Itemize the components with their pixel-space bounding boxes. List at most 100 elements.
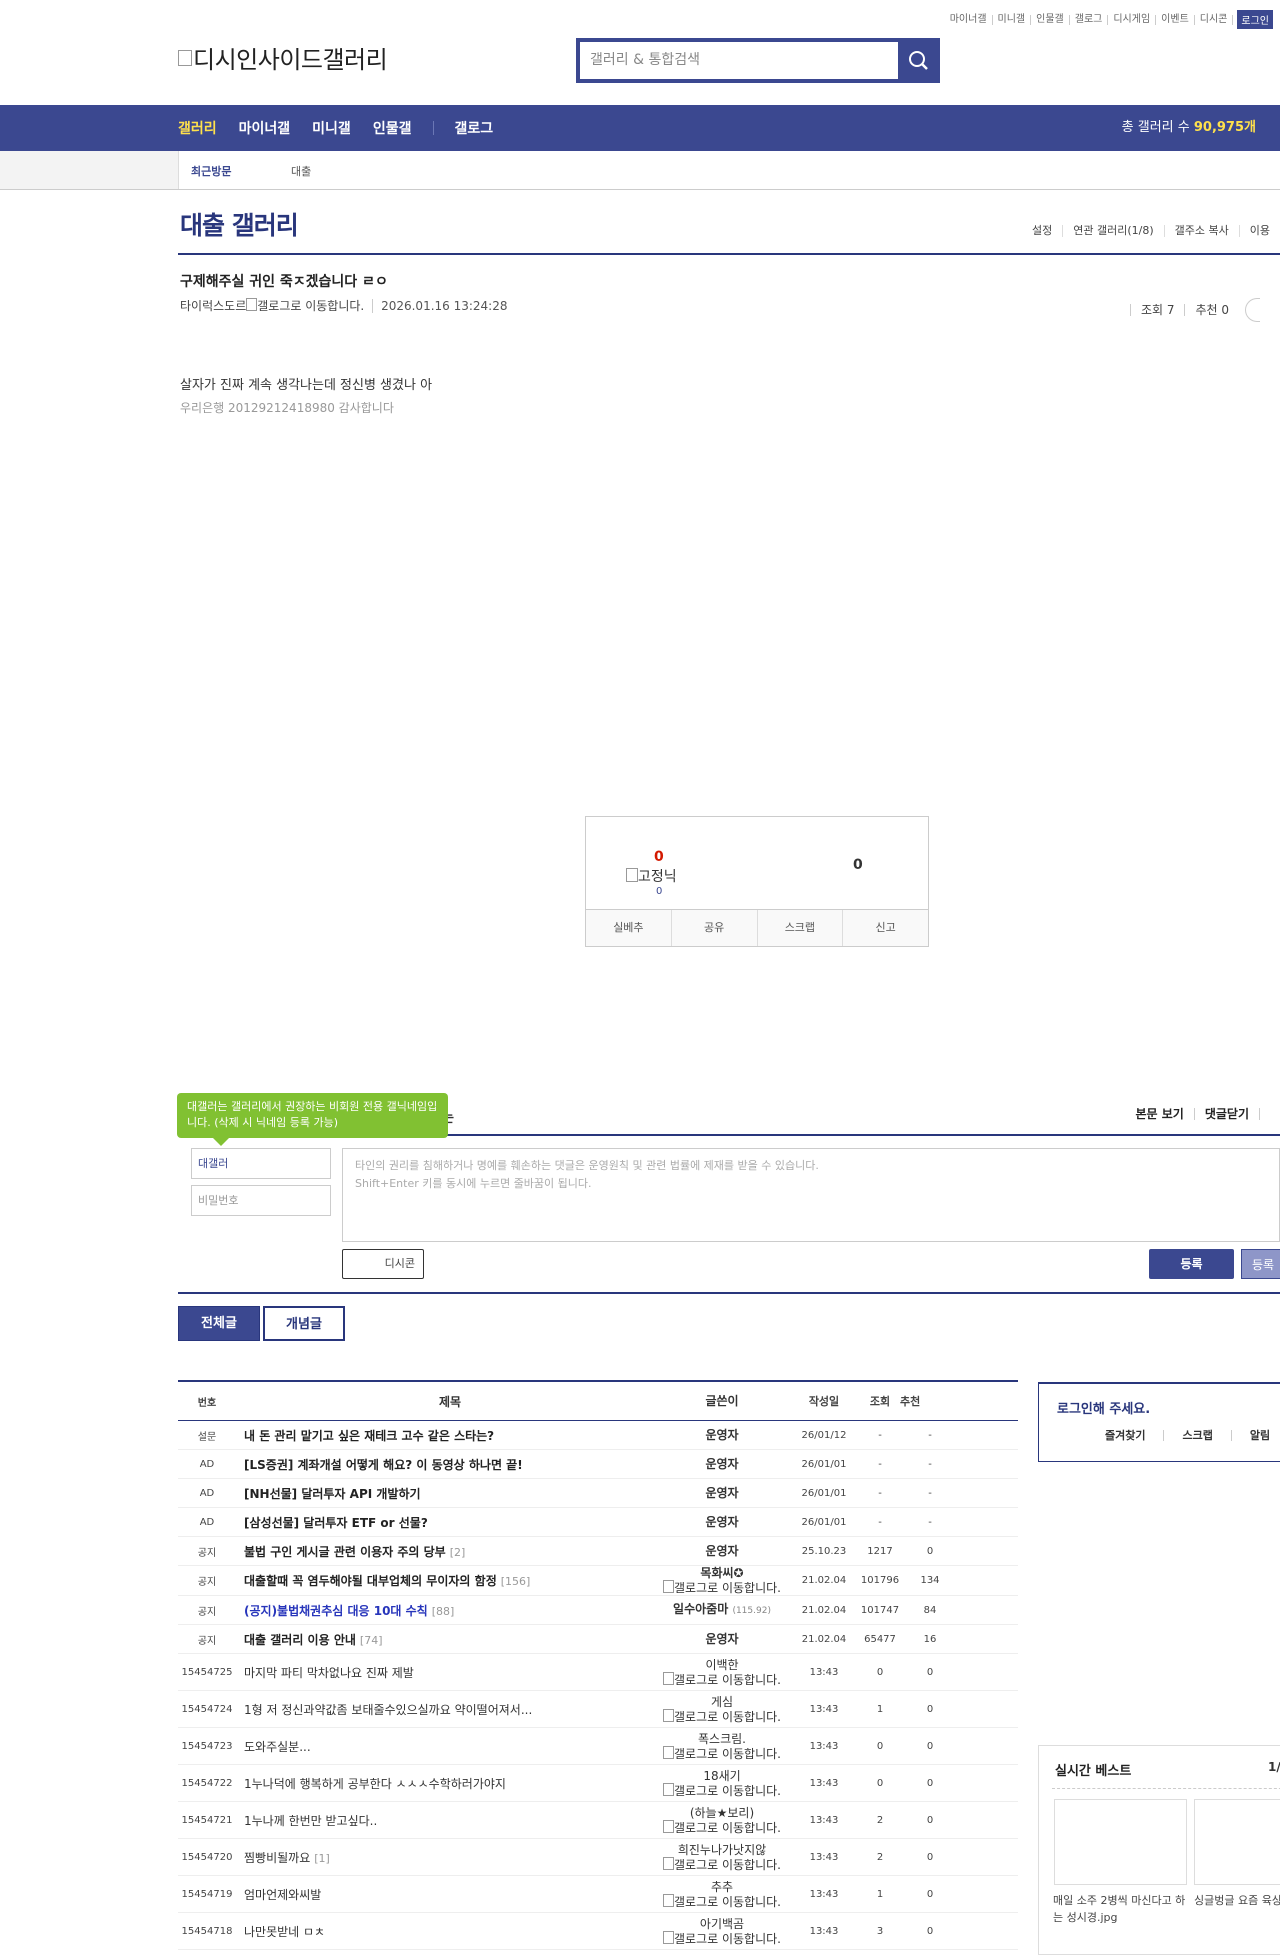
row-title[interactable]: 도와주실분... (236, 1738, 656, 1755)
table-row[interactable]: 공지 대출 갤러리 이용 안내 [74] 운영자 21.02.04 65477 16 (178, 1625, 1018, 1654)
gallery-usage-link[interactable]: 이용 (1238, 225, 1280, 237)
table-row[interactable]: 15454724 1형 저 정신과약값좀 보태줄수있으실까요 약이떨어져서... 게… (178, 1691, 1018, 1728)
recommend-down-count[interactable]: 0 (853, 857, 863, 873)
row-title-text[interactable]: 1누나께 한번만 받고싶다.. (244, 1814, 377, 1828)
row-title-text[interactable]: 대출할때 꼭 염두해야될 대부업체의 무이자의 함정 (244, 1574, 497, 1588)
post-author[interactable]: 타이럭스도르 (180, 299, 246, 313)
nav-minor-gallery[interactable]: 마이너갤 (239, 118, 291, 138)
row-title-text[interactable]: [LS증권] 계좌개설 어떻게 해요? 이 동영상 하나면 끝! (244, 1458, 523, 1472)
row-gallog-link[interactable]: 갤로그로 이동합니다. (674, 1581, 781, 1595)
row-title[interactable]: 엄마언제와씨발 (236, 1886, 656, 1903)
row-writer-name[interactable]: 운영자 (705, 1544, 738, 1558)
table-row[interactable]: 15454719 엄마언제와씨발 추추 갤로그로 이동합니다. 13:43 1 0 (178, 1876, 1018, 1913)
best-thumbnail[interactable] (1194, 1799, 1280, 1885)
row-title-text[interactable]: (공지)불법채권추심 대응 10대 수칙 (244, 1604, 428, 1618)
notifications-link[interactable]: 알림 (1230, 1430, 1280, 1441)
row-reply-count[interactable]: [74] (360, 1634, 383, 1647)
row-title-text[interactable]: 1누나덕에 행복하게 공부한다 ㅅㅅㅅ수학하러가야지 (244, 1777, 506, 1791)
table-row[interactable]: 15454725 마지막 파티 막차없나요 진짜 제발 이백한 갤로그로 이동합니다.… (178, 1654, 1018, 1691)
share-button[interactable]: 공유 (670, 910, 757, 946)
row-title[interactable]: 대출 갤러리 이용 안내 [74] (236, 1631, 656, 1648)
row-title[interactable]: 불법 구인 게시글 관련 이용자 주의 당부 [2] (236, 1543, 656, 1560)
row-writer-name[interactable]: (하늘★보리) (690, 1806, 754, 1820)
util-gallog[interactable]: 갤로그 (1070, 14, 1109, 25)
row-title[interactable]: [NH선물] 달러투자 API 개발하기 (236, 1485, 656, 1502)
util-dc-game[interactable]: 디시게임 (1108, 14, 1157, 25)
comment-jump-button[interactable] (1245, 298, 1260, 322)
table-row[interactable]: 15454722 1누나덕에 행복하게 공부한다 ㅅㅅㅅ수학하러가야지 18새기 갤로… (178, 1765, 1018, 1802)
login-prompt[interactable]: 로그인해 주세요. (1057, 1398, 1150, 1417)
row-writer-name[interactable]: 운영자 (705, 1428, 738, 1442)
util-mini-gallery[interactable]: 미니갤 (993, 14, 1032, 25)
row-gallog-link[interactable]: 갤로그로 이동합니다. (674, 1747, 781, 1761)
row-title-text[interactable]: [NH선물] 달러투자 API 개발하기 (244, 1487, 421, 1501)
nav-person-gallery[interactable]: 인물갤 (373, 118, 412, 138)
row-title[interactable]: (공지)불법채권추심 대응 10대 수칙 [88] (236, 1602, 656, 1619)
row-title-text[interactable]: 나만못받네 ㅁㅊ (244, 1925, 325, 1939)
row-title[interactable]: 대출할때 꼭 염두해야될 대부업체의 무이자의 함정 [156] (236, 1572, 656, 1589)
row-gallog-link[interactable]: 갤로그로 이동합니다. (674, 1710, 781, 1724)
row-reply-count[interactable]: [156] (501, 1575, 531, 1588)
row-title-text[interactable]: 불법 구인 게시글 관련 이용자 주의 당부 (244, 1545, 446, 1559)
site-logo[interactable]: 디시인사이드갤러리 (178, 40, 388, 75)
table-row[interactable]: 공지 (공지)불법채권추심 대응 10대 수칙 [88] 일수아줌마 (115.92)… (178, 1596, 1018, 1625)
report-button[interactable]: 신고 (842, 910, 928, 946)
submit-button[interactable]: 등록 (1149, 1249, 1234, 1279)
copy-gallery-url-link[interactable]: 갤주소 복사 (1163, 225, 1239, 237)
row-title[interactable]: 나만못받네 ㅁㅊ (236, 1923, 656, 1940)
close-comments-link[interactable]: 댓글닫기 (1193, 1108, 1259, 1120)
row-title[interactable]: 내 돈 관리 맡기고 싶은 재테크 고수 같은 스타는? (236, 1427, 656, 1444)
row-gallog-link[interactable]: 갤로그로 이동합니다. (674, 1858, 781, 1872)
row-gallog-link[interactable]: 갤로그로 이동합니다. (674, 1821, 781, 1835)
table-row[interactable]: 15454721 1누나께 한번만 받고싶다.. (하늘★보리) 갤로그로 이동합니다… (178, 1802, 1018, 1839)
tab-concept-posts[interactable]: 개념글 (263, 1306, 345, 1341)
table-row[interactable]: AD [NH선물] 달러투자 API 개발하기 운영자 26/01/01 - - (178, 1479, 1018, 1508)
row-writer-name[interactable]: 추추 (711, 1880, 733, 1894)
nav-mini-gallery[interactable]: 미니갤 (312, 118, 351, 138)
row-reply-count[interactable]: [2] (450, 1546, 466, 1559)
table-row[interactable]: 15454723 도와주실분... 폭스크림. 갤로그로 이동합니다. 13:43 0 0 (178, 1728, 1018, 1765)
nav-gallery[interactable]: 갤러리 (178, 118, 217, 138)
row-title-text[interactable]: 찜빵비될까요 (244, 1851, 310, 1865)
row-title-text[interactable]: 대출 갤러리 이용 안내 (244, 1633, 356, 1647)
util-person-gallery[interactable]: 인물갤 (1031, 14, 1070, 25)
row-writer-name[interactable]: 일수아줌마 (673, 1602, 728, 1616)
scrap-link[interactable]: 스크랩 (1163, 1430, 1230, 1441)
row-title[interactable]: [삼성선물] 달러투자 ETF or 선물? (236, 1514, 656, 1531)
row-title-text[interactable]: 마지막 파티 막차없나요 진짜 제발 (244, 1666, 414, 1680)
dccon-button[interactable]: 디시콘 (342, 1249, 424, 1279)
row-title-text[interactable]: 1형 저 정신과약값좀 보태줄수있으실까요 약이떨어져서... (244, 1703, 532, 1717)
row-writer-name[interactable]: 운영자 (705, 1515, 738, 1529)
table-row[interactable]: AD [LS증권] 계좌개설 어떻게 해요? 이 동영상 하나면 끝! 운영자 26/… (178, 1450, 1018, 1479)
nickname-input[interactable]: 대갤러 (191, 1148, 331, 1179)
scrap-button[interactable]: 스크랩 (756, 910, 843, 946)
gallery-settings-link[interactable]: 설정 (1022, 225, 1062, 237)
table-row[interactable]: 공지 불법 구인 게시글 관련 이용자 주의 당부 [2] 운영자 25.10.23 12… (178, 1537, 1018, 1566)
gallery-title[interactable]: 대출 갤러리 (180, 206, 299, 242)
util-event[interactable]: 이벤트 (1156, 14, 1195, 25)
submit-recommend-button[interactable]: 등록 (1241, 1249, 1280, 1279)
row-writer-name[interactable]: 운영자 (705, 1486, 738, 1500)
favorites-link[interactable]: 즐겨찾기 (1087, 1430, 1163, 1441)
login-button[interactable]: 로그인 (1237, 10, 1273, 29)
row-reply-count[interactable]: [1] (314, 1852, 330, 1865)
row-reply-count[interactable]: [88] (432, 1605, 455, 1618)
row-title[interactable]: 마지막 파티 막차없나요 진짜 제발 (236, 1664, 656, 1681)
row-writer-name[interactable]: 이백한 (705, 1658, 738, 1672)
search-button[interactable] (898, 38, 940, 83)
row-title[interactable]: [LS증권] 계좌개설 어떻게 해요? 이 동영상 하나면 끝! (236, 1456, 656, 1473)
row-title[interactable]: 1누나께 한번만 받고싶다.. (236, 1812, 656, 1829)
password-input[interactable]: 비밀번호 (191, 1185, 331, 1216)
recent-visit-item[interactable]: 대출 (291, 163, 311, 179)
best-item-title[interactable]: 싱글벙글 요즘 육상 (1194, 1892, 1280, 1909)
search-input[interactable]: 갤러리 & 통합검색 (580, 42, 898, 79)
table-row[interactable]: 설문 내 돈 관리 맡기고 싶은 재테크 고수 같은 스타는? 운영자 26/01/1… (178, 1421, 1018, 1450)
row-title-text[interactable]: 도와주실분... (244, 1740, 311, 1754)
row-writer-name[interactable]: 운영자 (705, 1457, 738, 1471)
table-row[interactable]: 15454720 찜빵비될까요 [1] 희진누나가낫지않 갤로그로 이동합니다. 13:4… (178, 1839, 1018, 1876)
row-writer-name[interactable]: 희진누나가낫지않 (678, 1843, 766, 1857)
row-writer-name[interactable]: 아기백곰 (700, 1917, 744, 1931)
silbe-recommend-button[interactable]: 실베추 (586, 910, 671, 946)
row-writer-name[interactable]: 게심 (711, 1695, 733, 1709)
row-gallog-link[interactable]: 갤로그로 이동합니다. (674, 1932, 781, 1946)
